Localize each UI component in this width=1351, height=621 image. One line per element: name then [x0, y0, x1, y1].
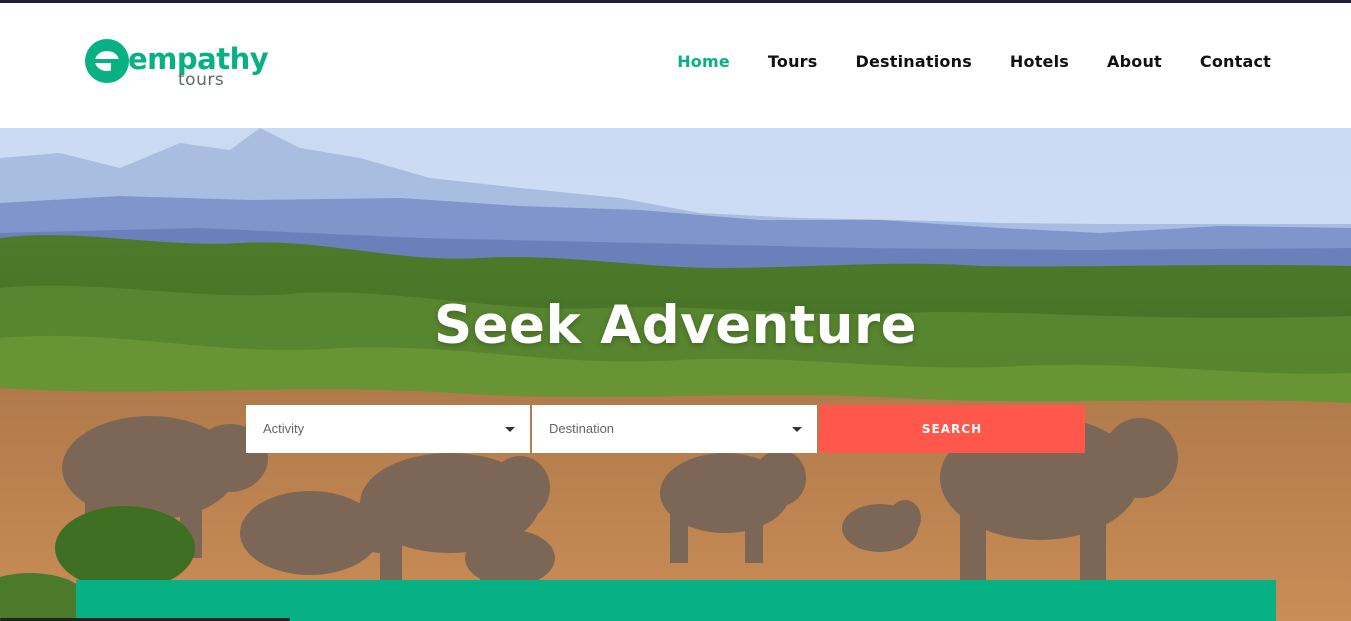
nav-hotels[interactable]: Hotels: [1010, 50, 1069, 74]
nav-tours[interactable]: Tours: [768, 50, 818, 74]
hero-title: Seek Adventure: [433, 295, 918, 356]
brand-tagline: tours: [178, 70, 225, 90]
nav-about[interactable]: About: [1107, 50, 1162, 74]
nav-home[interactable]: Home: [677, 50, 730, 74]
hero-background-image: [0, 128, 1351, 621]
nav-contact[interactable]: Contact: [1200, 50, 1271, 74]
main-nav: Home Tours Destinations Hotels About Con…: [639, 50, 1271, 74]
nav-destinations[interactable]: Destinations: [856, 50, 972, 74]
logo-e-icon: [85, 39, 129, 83]
destination-select[interactable]: Destination: [532, 405, 817, 453]
brand-logo[interactable]: empathy tours: [85, 39, 269, 94]
caret-down-icon: [505, 427, 515, 432]
activity-select[interactable]: Activity: [246, 405, 530, 453]
site-header: empathy tours Home Tours Destinations Ho…: [0, 3, 1351, 128]
activity-select-label: Activity: [263, 421, 305, 436]
search-form: Activity Destination SEARCH: [246, 405, 1085, 453]
search-button[interactable]: SEARCH: [819, 405, 1085, 453]
green-feature-panel: [76, 580, 1276, 621]
caret-down-icon: [792, 427, 802, 432]
hero-section: Seek Adventure Activity Destination SEAR…: [0, 128, 1351, 621]
destination-select-label: Destination: [549, 421, 615, 436]
